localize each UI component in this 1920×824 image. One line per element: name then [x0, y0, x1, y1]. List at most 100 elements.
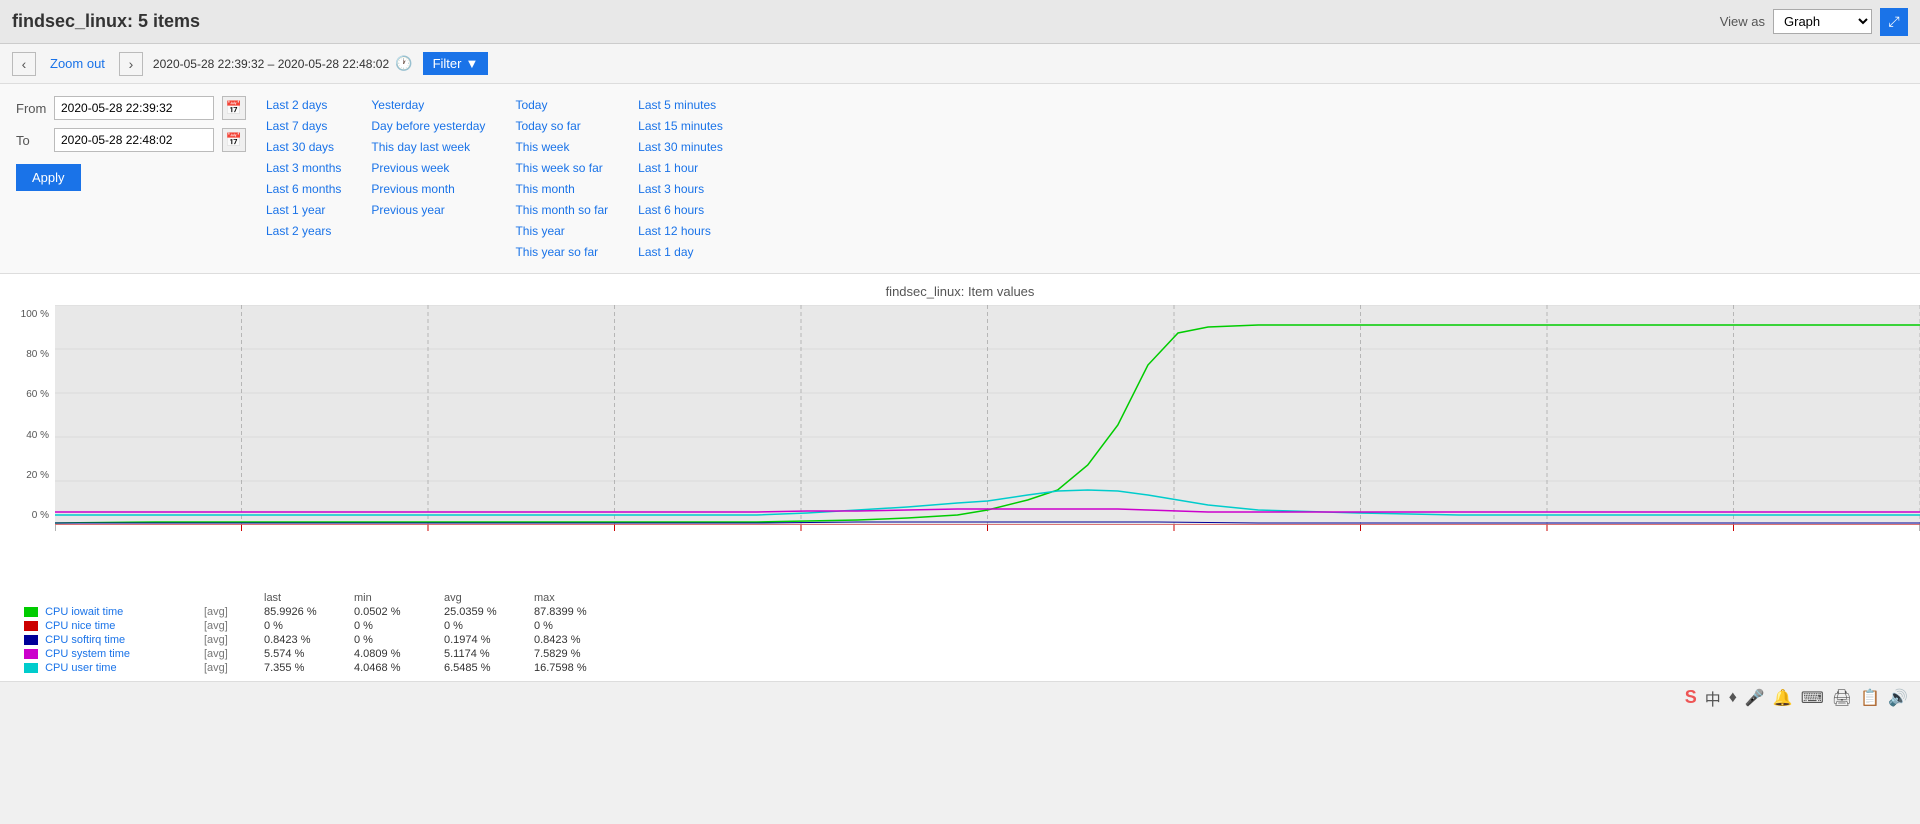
y-label-40: 40 %	[26, 430, 49, 441]
legend-row: CPU system time [avg] 5.574 % 4.0809 % 5…	[20, 647, 620, 661]
quick-link-this-week-so-far[interactable]: This week so far	[515, 159, 608, 177]
legend-col-last: last	[260, 591, 350, 605]
quick-link-this-week[interactable]: This week	[515, 138, 608, 156]
clock-icon: 🕐	[395, 55, 412, 72]
legend-avg-label: [avg]	[200, 647, 260, 661]
quick-link-last-2-years[interactable]: Last 2 years	[266, 222, 341, 240]
date-range-text: 2020-05-28 22:39:32 – 2020-05-28 22:48:0…	[153, 57, 389, 71]
quick-link-last-3-hours[interactable]: Last 3 hours	[638, 180, 723, 198]
legend-avg: 6.5485 %	[440, 661, 530, 675]
quick-link-last-2-days[interactable]: Last 2 days	[266, 96, 341, 114]
legend-avg: 5.1174 %	[440, 647, 530, 661]
status-icon-lang[interactable]: 中	[1705, 686, 1721, 710]
legend-avg-label: [avg]	[200, 605, 260, 619]
date-picker-panel: From 📅 To 📅 Apply Last 2 days Last 7 day…	[0, 84, 1920, 274]
quick-link-last-6-hours[interactable]: Last 6 hours	[638, 201, 723, 219]
quick-link-previous-month[interactable]: Previous month	[371, 180, 485, 198]
to-calendar-button[interactable]: 📅	[222, 128, 246, 152]
legend-row: CPU softirq time [avg] 0.8423 % 0 % 0.19…	[20, 633, 620, 647]
legend-min: 4.0468 %	[350, 661, 440, 675]
legend-avg: 0.1974 %	[440, 633, 530, 647]
chart-title: findsec_linux: Item values	[0, 284, 1920, 299]
quick-link-last-15-minutes[interactable]: Last 15 minutes	[638, 117, 723, 135]
quick-links-col1: Last 2 days Last 7 days Last 30 days Las…	[266, 96, 341, 261]
status-icon-vol[interactable]: 🔊	[1888, 688, 1908, 708]
quick-link-this-month-so-far[interactable]: This month so far	[515, 201, 608, 219]
from-input[interactable]	[54, 96, 214, 120]
status-icon-bell[interactable]: 🔔	[1773, 688, 1793, 708]
legend-max: 16.7598 %	[530, 661, 620, 675]
status-icon-s[interactable]: S	[1685, 687, 1697, 708]
status-icon-keyboard[interactable]: ⌨	[1801, 688, 1824, 708]
legend-min: 4.0809 %	[350, 647, 440, 661]
legend-avg-label: [avg]	[200, 633, 260, 647]
x-axis: 05-28 22:39 22:40:00 22:41:00 22:42:00 2…	[55, 525, 1920, 585]
status-icon-print[interactable]: 🖨	[1832, 688, 1852, 708]
legend-col-min: min	[350, 591, 440, 605]
quick-links-col3: Today Today so far This week This week s…	[515, 96, 608, 261]
quick-link-last-6-months[interactable]: Last 6 months	[266, 180, 341, 198]
quick-link-previous-year[interactable]: Previous year	[371, 201, 485, 219]
chart-canvas	[55, 305, 1920, 525]
quick-link-today-so-far[interactable]: Today so far	[515, 117, 608, 135]
quick-link-last-1-day[interactable]: Last 1 day	[638, 243, 723, 261]
y-label-20: 20 %	[26, 470, 49, 481]
date-form: From 📅 To 📅 Apply	[16, 96, 246, 261]
legend-row: CPU nice time [avg] 0 % 0 % 0 % 0 %	[20, 619, 620, 633]
filter-button[interactable]: Filter ▼	[423, 52, 489, 75]
to-row: To 📅	[16, 128, 246, 152]
legend-section: last min avg max CPU iowait time [avg] 8…	[0, 585, 1920, 681]
quick-link-day-before-yesterday[interactable]: Day before yesterday	[371, 117, 485, 135]
legend-min: 0.0502 %	[350, 605, 440, 619]
quick-link-last-12-hours[interactable]: Last 12 hours	[638, 222, 723, 240]
quick-link-last-30-minutes[interactable]: Last 30 minutes	[638, 138, 723, 156]
quick-link-last-1-hour[interactable]: Last 1 hour	[638, 159, 723, 177]
quick-link-this-day-last-week[interactable]: This day last week	[371, 138, 485, 156]
legend-max: 0 %	[530, 619, 620, 633]
legend-last: 85.9926 %	[260, 605, 350, 619]
status-icon-clip[interactable]: 📋	[1860, 688, 1880, 708]
quick-link-previous-week[interactable]: Previous week	[371, 159, 485, 177]
next-button[interactable]: ›	[119, 52, 143, 76]
quick-link-this-year[interactable]: This year	[515, 222, 608, 240]
quick-link-last-1-year[interactable]: Last 1 year	[266, 201, 341, 219]
from-calendar-button[interactable]: 📅	[222, 96, 246, 120]
status-icon-gem[interactable]: ♦	[1729, 689, 1737, 707]
legend-min: 0 %	[350, 633, 440, 647]
legend-last: 5.574 %	[260, 647, 350, 661]
view-as-select[interactable]: Graph Table Latest data	[1773, 9, 1872, 34]
legend-name: CPU softirq time	[20, 633, 200, 647]
page-title: findsec_linux: 5 items	[12, 11, 200, 32]
apply-button[interactable]: Apply	[16, 164, 81, 191]
view-as-label: View as	[1720, 14, 1765, 29]
quick-links-col2: Yesterday Day before yesterday This day …	[371, 96, 485, 261]
top-bar-right: View as Graph Table Latest data ⤢	[1720, 8, 1908, 36]
legend-avg: 25.0359 %	[440, 605, 530, 619]
fullscreen-button[interactable]: ⤢	[1880, 8, 1908, 36]
status-icon-mic[interactable]: 🎤	[1745, 688, 1765, 708]
top-bar: findsec_linux: 5 items View as Graph Tab…	[0, 0, 1920, 44]
to-input[interactable]	[54, 128, 214, 152]
legend-name: CPU user time	[20, 661, 200, 675]
legend-name: CPU nice time	[20, 619, 200, 633]
filter-icon: ▼	[465, 56, 478, 71]
quick-link-last-30-days[interactable]: Last 30 days	[266, 138, 341, 156]
chart-section: findsec_linux: Item values 100 % 80 % 60…	[0, 274, 1920, 585]
quick-link-yesterday[interactable]: Yesterday	[371, 96, 485, 114]
legend-row: CPU iowait time [avg] 85.9926 % 0.0502 %…	[20, 605, 620, 619]
quick-links-col4: Last 5 minutes Last 15 minutes Last 30 m…	[638, 96, 723, 261]
quick-link-last-3-months[interactable]: Last 3 months	[266, 159, 341, 177]
legend-max: 87.8399 %	[530, 605, 620, 619]
quick-link-today[interactable]: Today	[515, 96, 608, 114]
quick-link-this-year-so-far[interactable]: This year so far	[515, 243, 608, 261]
quick-link-last-7-days[interactable]: Last 7 days	[266, 117, 341, 135]
quick-links-area: Last 2 days Last 7 days Last 30 days Las…	[266, 96, 1904, 261]
y-label-80: 80 %	[26, 349, 49, 360]
y-label-0: 0 %	[32, 510, 49, 521]
legend-max: 0.8423 %	[530, 633, 620, 647]
prev-button[interactable]: ‹	[12, 52, 36, 76]
zoom-out-button[interactable]: Zoom out	[46, 54, 109, 73]
date-range-display: 2020-05-28 22:39:32 – 2020-05-28 22:48:0…	[153, 55, 413, 72]
quick-link-this-month[interactable]: This month	[515, 180, 608, 198]
quick-link-last-5-minutes[interactable]: Last 5 minutes	[638, 96, 723, 114]
